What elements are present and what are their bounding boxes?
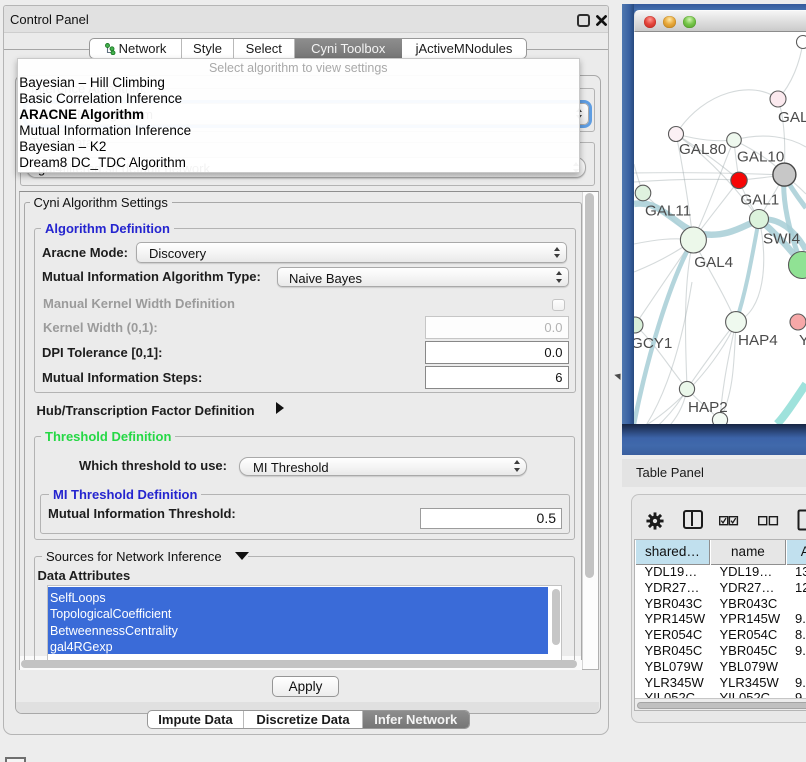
svg-text:HAP2: HAP2 <box>688 399 728 416</box>
svg-text:GAL7: GAL7 <box>778 109 806 126</box>
svg-text:GAL4: GAL4 <box>694 254 733 271</box>
svg-text:GAL80: GAL80 <box>679 141 726 158</box>
svg-text:GAL1: GAL1 <box>740 192 779 209</box>
svg-text:GAL11: GAL11 <box>645 203 691 220</box>
svg-text:GCY1: GCY1 <box>634 335 672 352</box>
svg-text:HAP4: HAP4 <box>738 332 778 349</box>
svg-text:Y: Y <box>799 332 806 349</box>
svg-text:GAL10: GAL10 <box>737 148 784 165</box>
svg-text:SWI4: SWI4 <box>763 231 800 248</box>
